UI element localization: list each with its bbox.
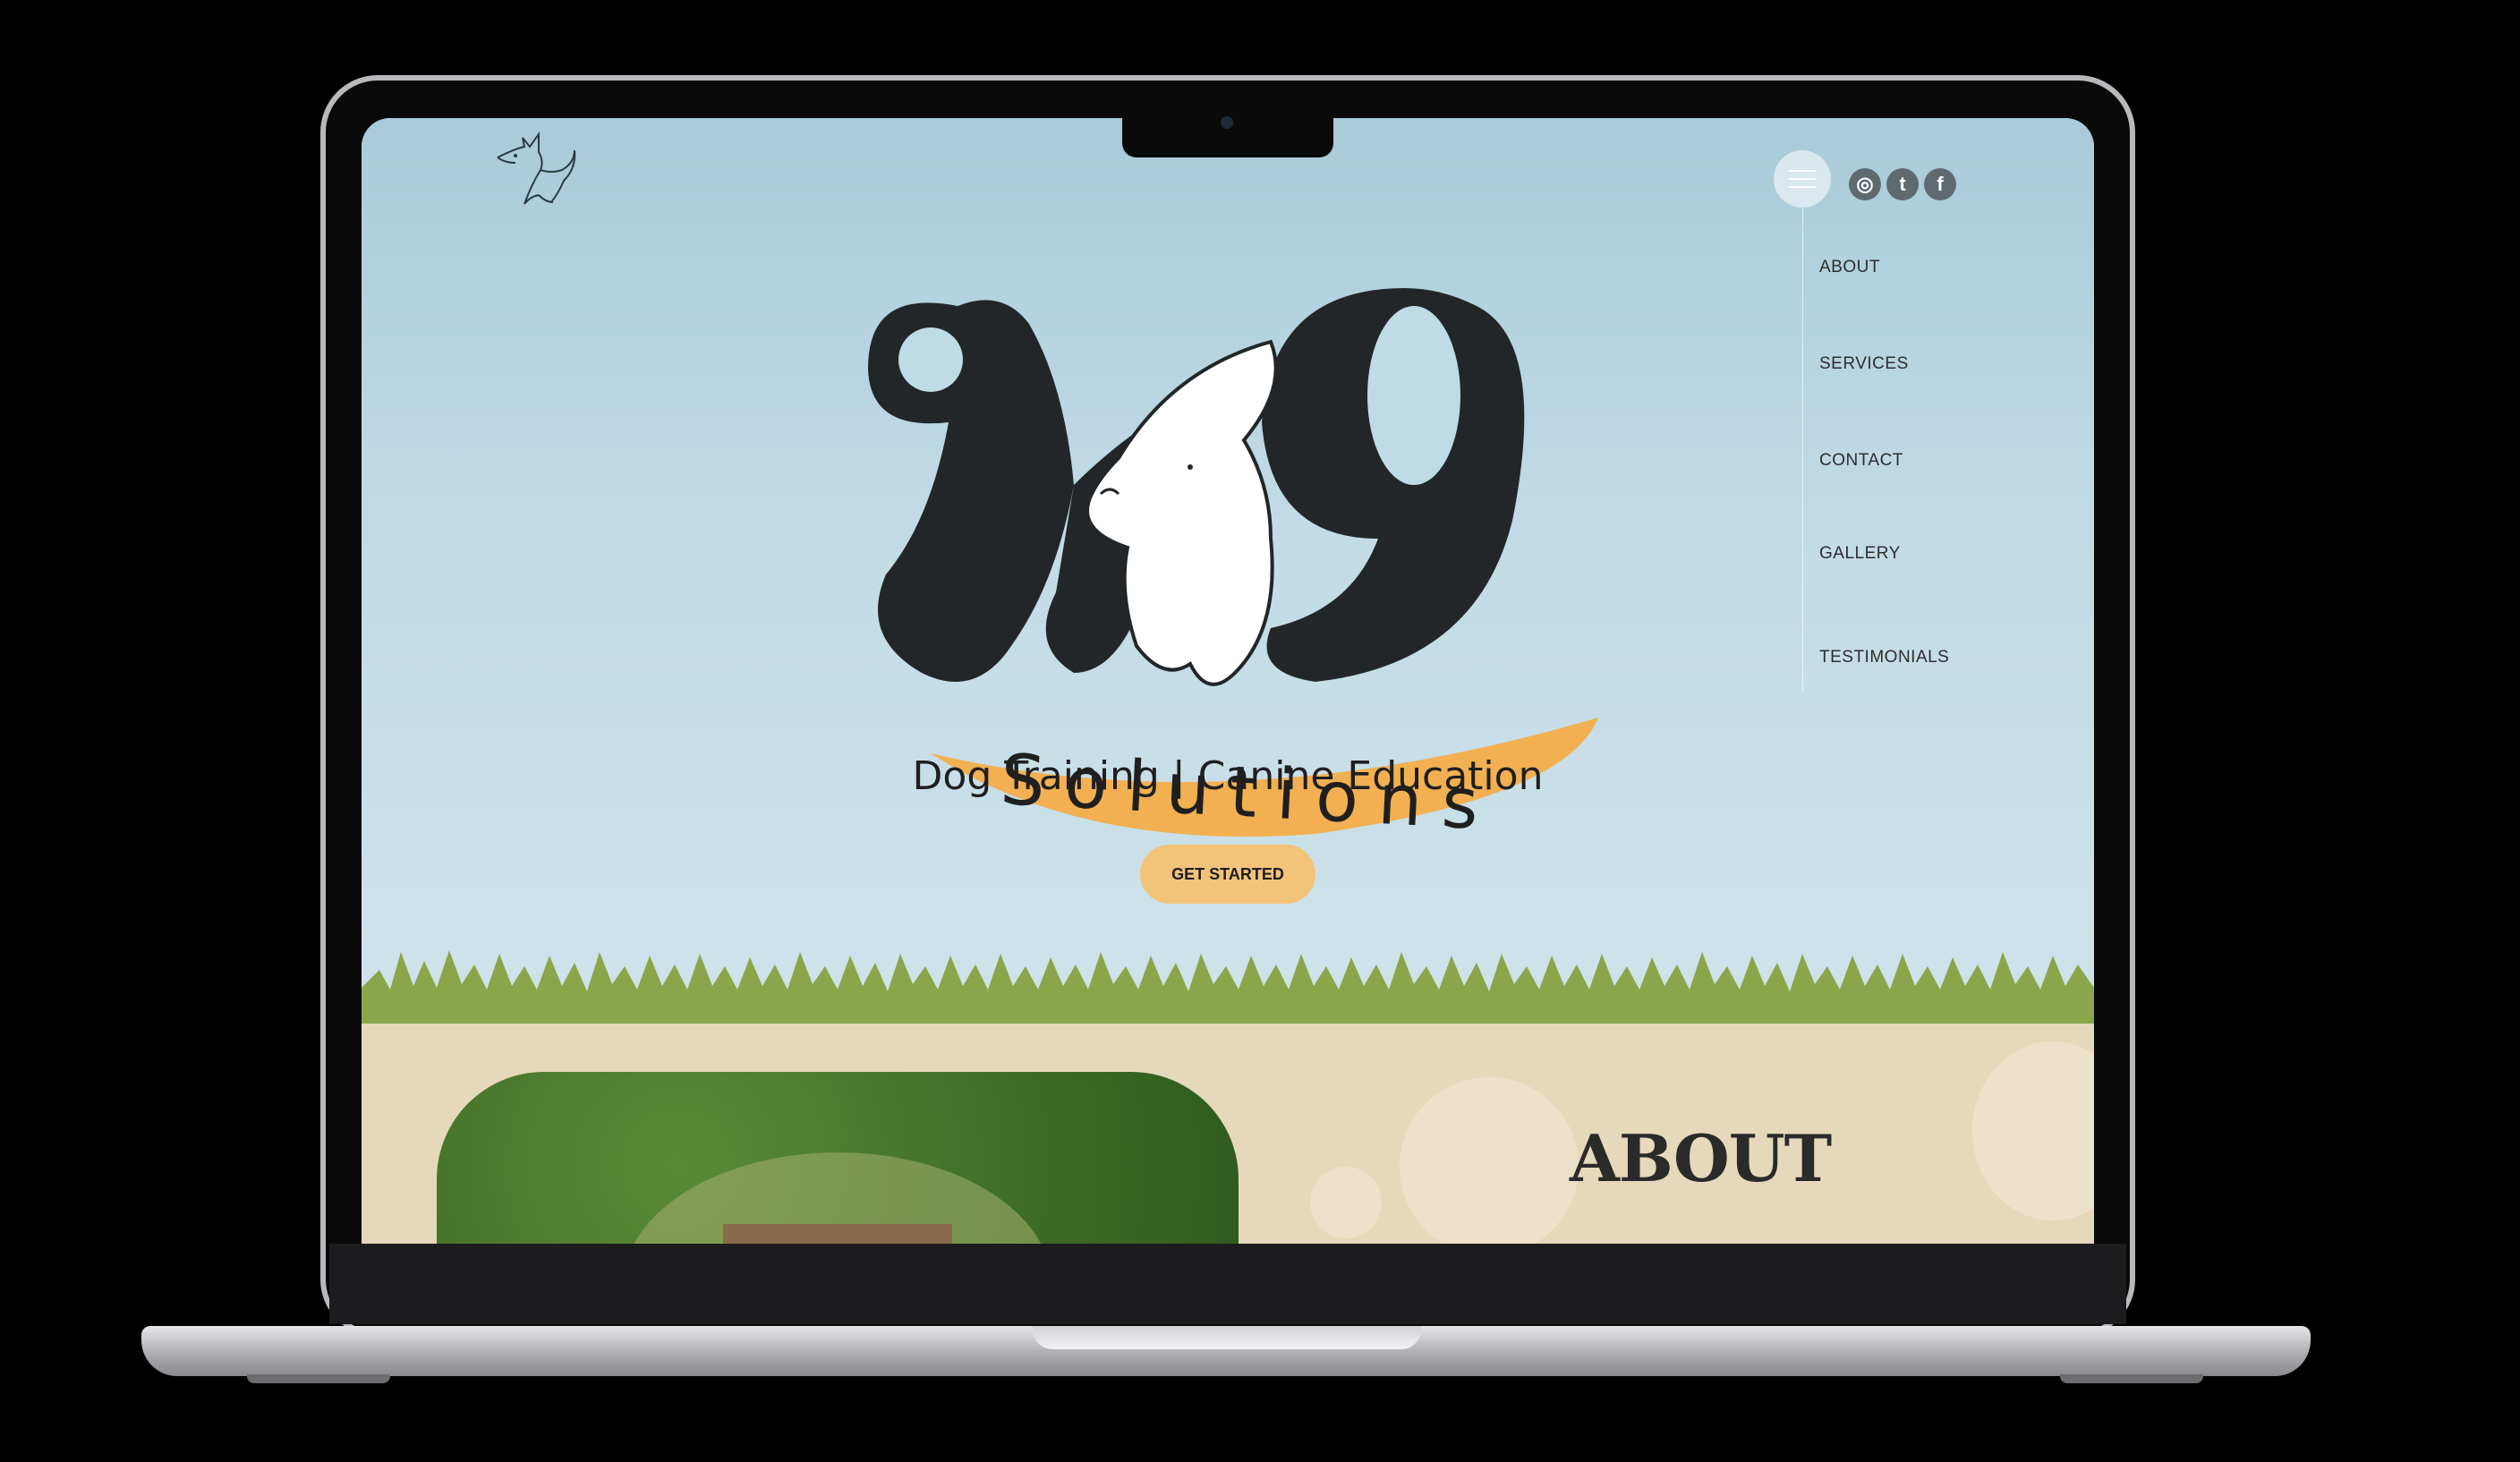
paw-print-decoration (1972, 1041, 2094, 1220)
nav-dropdown: ABOUT SERVICES CONTACT GALLERY TESTIMONI… (1802, 208, 1973, 691)
camera-icon (1221, 116, 1233, 129)
hamburger-icon (1789, 178, 1816, 180)
laptop-foot-right (2060, 1374, 2203, 1383)
instagram-icon[interactable]: ◎ (1849, 168, 1881, 200)
laptop-opening-notch (1033, 1326, 1421, 1349)
hamburger-icon (1789, 186, 1816, 188)
nav-item-about[interactable]: ABOUT (1819, 258, 1880, 277)
get-started-button[interactable]: GET STARTED (1140, 845, 1315, 904)
about-photo (437, 1072, 1239, 1244)
about-heading: ABOUT (1570, 1120, 1832, 1196)
browser-viewport: ◎ t f ABOUT SERVICES CONTACT GALLERY TES… (362, 118, 2094, 1244)
hero-section: ◎ t f ABOUT SERVICES CONTACT GALLERY TES… (362, 118, 2094, 1033)
paw-print-decoration (1310, 1167, 1382, 1238)
nav-item-services[interactable]: SERVICES (1819, 354, 1909, 374)
laptop-bottom-bezel (329, 1244, 2126, 1324)
paw-print-decoration (1400, 1077, 1579, 1244)
hamburger-icon (1789, 170, 1816, 172)
grass-photo-texture (634, 1152, 1042, 1244)
nav-item-gallery[interactable]: GALLERY (1819, 544, 1901, 564)
menu-button[interactable] (1774, 150, 1831, 208)
hero-tagline: Dog Training | Canine Education (912, 753, 1544, 799)
dog-logo-icon[interactable] (489, 131, 587, 211)
facebook-icon[interactable]: f (1924, 168, 1956, 200)
twitter-icon[interactable]: t (1886, 168, 1919, 200)
nav-item-testimonials[interactable]: TESTIMONIALS (1819, 648, 1949, 667)
nav-item-contact[interactable]: CONTACT (1819, 451, 1903, 471)
grass-divider (362, 950, 2094, 1033)
laptop-foot-left (247, 1374, 390, 1383)
